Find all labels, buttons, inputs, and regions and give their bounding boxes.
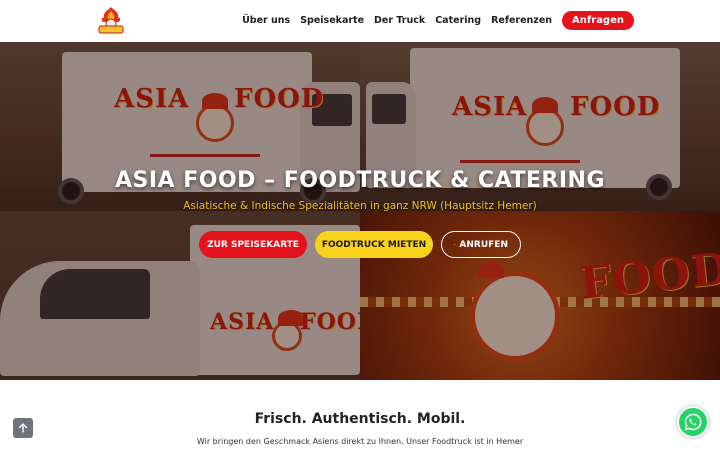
- intro-text: Wir bringen den Geschmack Asiens direkt …: [196, 437, 524, 446]
- main-nav: Über uns Speisekarte Der Truck Catering …: [242, 11, 634, 30]
- nav-link-referenzen[interactable]: Referenzen: [491, 15, 552, 26]
- site-header: Über uns Speisekarte Der Truck Catering …: [0, 0, 720, 42]
- arrow-up-icon: [18, 423, 28, 433]
- anfragen-button[interactable]: Anfragen: [562, 11, 634, 30]
- hero-title: ASIA FOOD – FOODTRUCK & CATERING: [114, 168, 606, 193]
- speisekarte-button[interactable]: ZUR SPEISEKARTE: [199, 231, 307, 258]
- hero-section: ASIA FOOD ASIA FOOD ASIA FOOD FOOD ASIA …: [0, 42, 720, 380]
- anrufen-label: ANRUFEN: [459, 239, 508, 250]
- foodtruck-mieten-button[interactable]: FOODTRUCK MIETEN: [315, 231, 433, 258]
- anrufen-button[interactable]: ANRUFEN: [441, 231, 521, 258]
- phone-icon: [454, 243, 456, 246]
- nav-link-catering[interactable]: Catering: [435, 15, 481, 26]
- hero-subtitle: Asiatische & Indische Spezialitäten in g…: [183, 200, 537, 212]
- nav-link-speisekarte[interactable]: Speisekarte: [300, 15, 364, 26]
- back-to-top-button[interactable]: [13, 418, 33, 438]
- hero-button-group: ZUR SPEISEKARTE FOODTRUCK MIETEN ANRUFEN: [0, 231, 720, 258]
- nav-link-ueber-uns[interactable]: Über uns: [242, 15, 290, 26]
- intro-title: Frisch. Authentisch. Mobil.: [254, 411, 466, 427]
- nav-link-der-truck[interactable]: Der Truck: [374, 15, 425, 26]
- whatsapp-icon: [684, 413, 702, 431]
- asia-food-logo[interactable]: [98, 6, 124, 34]
- whatsapp-button[interactable]: [677, 406, 709, 438]
